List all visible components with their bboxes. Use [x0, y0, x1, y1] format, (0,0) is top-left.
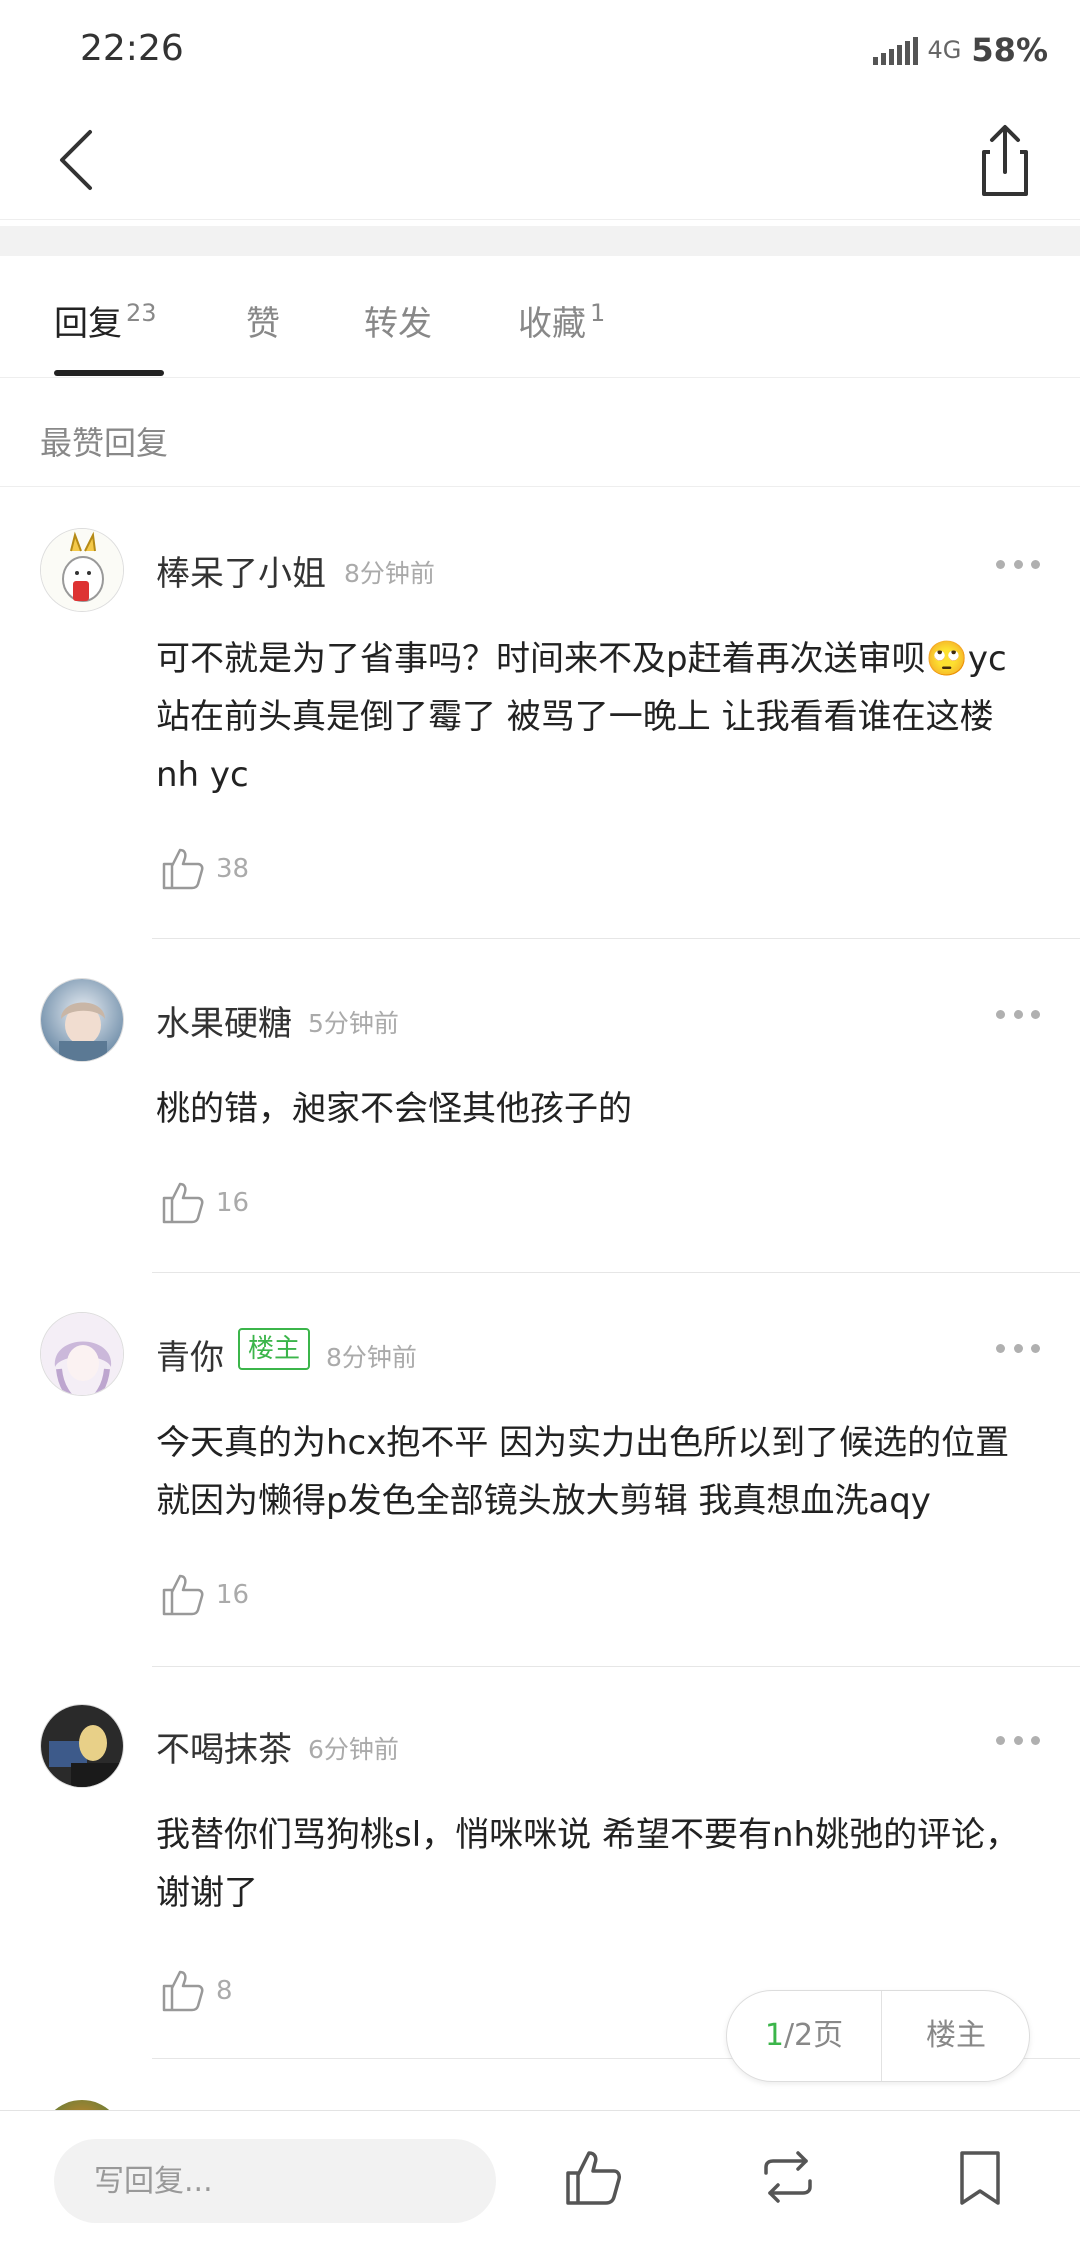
- comment-text: 可不就是为了省事吗？时间来不及p赶着再次送审呗🙄yc站在前头真是倒了霉了 被骂了…: [156, 639, 1007, 795]
- current-page: 1: [764, 2018, 784, 2053]
- only-op-button[interactable]: 楼主: [882, 1991, 1030, 2081]
- comment-author[interactable]: 不喝抹茶: [156, 1722, 292, 1771]
- comment-time: 8分钟前: [326, 1343, 417, 1372]
- status-indicators: 4G 58%: [872, 30, 1048, 70]
- more-options-icon[interactable]: [996, 1010, 1040, 1022]
- comment-author[interactable]: 棒呆了小姐: [156, 546, 326, 595]
- more-options-icon[interactable]: [996, 1344, 1040, 1356]
- divider: [152, 938, 1080, 939]
- battery-level: 58%: [971, 31, 1048, 69]
- share-icon: [982, 125, 1028, 196]
- status-bar: 22:26 4G 58%: [0, 0, 1080, 100]
- tab-favorites-count: 1: [590, 299, 606, 327]
- tab-likes-label: 赞: [246, 304, 280, 344]
- tab-favorites[interactable]: 收藏 1: [518, 296, 605, 345]
- tab-replies-label: 回复: [54, 304, 122, 344]
- comment-author[interactable]: 青你: [156, 1330, 224, 1379]
- divider: [152, 1272, 1080, 1273]
- tab-bar: 回复 23 赞 转发 收藏 1: [0, 256, 1080, 378]
- tab-favorites-label: 收藏: [518, 304, 586, 344]
- op-badge: 楼主: [238, 1328, 310, 1370]
- tab-reposts[interactable]: 转发: [364, 296, 432, 345]
- like-button-icon[interactable]: [560, 2145, 624, 2209]
- like-count: 8: [216, 1976, 233, 2006]
- comment-time: 8分钟前: [344, 559, 435, 588]
- back-arrow-icon: [60, 130, 92, 190]
- comment-author[interactable]: 水果硬糖: [156, 996, 292, 1045]
- status-time: 22:26: [80, 28, 184, 69]
- avatar[interactable]: [40, 528, 124, 612]
- thumbs-up-icon[interactable]: [158, 844, 206, 892]
- network-type: 4G: [927, 36, 962, 64]
- thumbs-up-icon[interactable]: [158, 1966, 206, 2014]
- tab-replies-count: 23: [126, 299, 157, 327]
- bookmark-icon[interactable]: [948, 2145, 1012, 2209]
- more-options-icon[interactable]: [996, 560, 1040, 572]
- comment-time: 5分钟前: [308, 1009, 399, 1038]
- repost-icon[interactable]: [756, 2145, 820, 2209]
- section-title: 最赞回复: [40, 424, 169, 462]
- signal-icon: [872, 35, 918, 65]
- back-button[interactable]: [50, 124, 120, 194]
- tab-reposts-label: 转发: [364, 304, 432, 344]
- tab-likes[interactable]: 赞: [246, 296, 280, 345]
- nav-bar: [0, 100, 1080, 220]
- avatar[interactable]: [40, 1312, 124, 1396]
- avatar[interactable]: [40, 978, 124, 1062]
- tab-replies[interactable]: 回复 23: [54, 296, 157, 345]
- divider: [0, 486, 1080, 487]
- thumbs-up-icon[interactable]: [158, 1570, 206, 1618]
- avatar[interactable]: [40, 1704, 124, 1788]
- like-count: 38: [216, 854, 250, 884]
- divider: [152, 1666, 1080, 1667]
- comment-text: 桃的错，昶家不会怪其他孩子的: [156, 1089, 632, 1129]
- more-options-icon[interactable]: [996, 1736, 1040, 1748]
- reply-input[interactable]: [54, 2139, 496, 2223]
- page-total: /2页: [783, 2018, 844, 2053]
- page-indicator[interactable]: 1/2页: [727, 1991, 881, 2081]
- active-tab-indicator: [54, 370, 164, 376]
- thumbs-up-icon[interactable]: [158, 1178, 206, 1226]
- share-button[interactable]: [970, 120, 1040, 200]
- comment-text: 我替你们骂狗桃sl，悄咪咪说 希望不要有nh姚弛的评论，谢谢了: [156, 1815, 1020, 1913]
- section-separator: [0, 226, 1080, 256]
- like-count: 16: [216, 1580, 250, 1610]
- comment-time: 6分钟前: [308, 1735, 399, 1764]
- comment-text: 今天真的为hcx抱不平 因为实力出色所以到了候选的位置 就因为懒得p发色全部镜头…: [156, 1423, 1010, 1521]
- page-navigator: 1/2页 楼主: [726, 1990, 1030, 2082]
- like-count: 16: [216, 1188, 250, 1218]
- bottom-bar: [0, 2110, 1080, 2248]
